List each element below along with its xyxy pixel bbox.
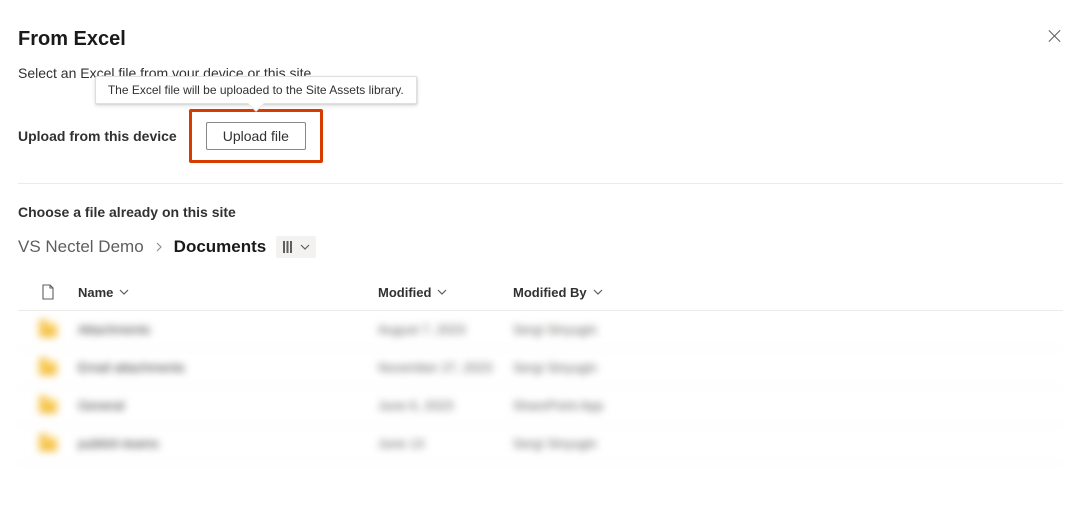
table-body: Attachments August 7, 2023 Sergi Sinyugi… <box>18 311 1063 463</box>
column-modified-by[interactable]: Modified By <box>513 285 663 300</box>
view-switcher[interactable] <box>276 236 316 258</box>
cell-name: Attachments <box>78 322 378 337</box>
cell-modified: November 27, 2023 <box>378 360 513 375</box>
upload-section: Upload from this device The Excel file w… <box>18 109 1063 163</box>
upload-tooltip: The Excel file will be uploaded to the S… <box>95 76 417 104</box>
folder-icon <box>39 361 57 375</box>
picker-section-label: Choose a file already on this site <box>18 204 1063 220</box>
cell-modified: August 7, 2023 <box>378 322 513 337</box>
upload-highlight-box: The Excel file will be uploaded to the S… <box>189 109 323 163</box>
chevron-down-icon <box>437 287 447 297</box>
cell-modified-by: Sergi Sinyugin <box>513 360 663 375</box>
column-modified-by-label: Modified By <box>513 285 587 300</box>
upload-file-button[interactable]: Upload file <box>206 122 306 150</box>
table-header: Name Modified Modified By <box>18 276 1063 311</box>
folder-icon <box>39 399 57 413</box>
table-row[interactable]: publish-teams June 13 Sergi Sinyugin <box>18 425 1063 463</box>
breadcrumb-root[interactable]: VS Nectel Demo <box>18 237 144 257</box>
column-name[interactable]: Name <box>78 285 378 300</box>
cell-name: General <box>78 398 378 413</box>
table-row[interactable]: Email attachments November 27, 2023 Serg… <box>18 349 1063 387</box>
list-view-icon <box>282 240 296 254</box>
cell-name: Email attachments <box>78 360 378 375</box>
cell-modified: June 6, 2023 <box>378 398 513 413</box>
column-name-label: Name <box>78 285 113 300</box>
chevron-right-icon <box>154 242 164 252</box>
folder-icon <box>39 323 57 337</box>
file-table: Name Modified Modified By Attachments Au… <box>18 276 1063 463</box>
table-row[interactable]: Attachments August 7, 2023 Sergi Sinyugi… <box>18 311 1063 349</box>
upload-label: Upload from this device <box>18 128 177 144</box>
column-icon <box>18 284 78 300</box>
chevron-down-icon <box>119 287 129 297</box>
cell-modified-by: SharePoint App <box>513 398 663 413</box>
breadcrumb: VS Nectel Demo Documents <box>18 236 1063 258</box>
folder-icon <box>39 437 57 451</box>
cell-modified: June 13 <box>378 436 513 451</box>
chevron-down-icon <box>300 242 310 252</box>
breadcrumb-current: Documents <box>174 237 267 257</box>
divider <box>18 183 1063 184</box>
table-row[interactable]: General June 6, 2023 SharePoint App <box>18 387 1063 425</box>
column-modified-label: Modified <box>378 285 431 300</box>
file-type-icon <box>41 284 55 300</box>
cell-name: publish-teams <box>78 436 378 451</box>
page-title: From Excel <box>18 28 1063 51</box>
cell-modified-by: Sergi Sinyugin <box>513 436 663 451</box>
chevron-down-icon <box>593 287 603 297</box>
cell-modified-by: Sergi Sinyugin <box>513 322 663 337</box>
close-icon[interactable] <box>1047 28 1063 44</box>
column-modified[interactable]: Modified <box>378 285 513 300</box>
